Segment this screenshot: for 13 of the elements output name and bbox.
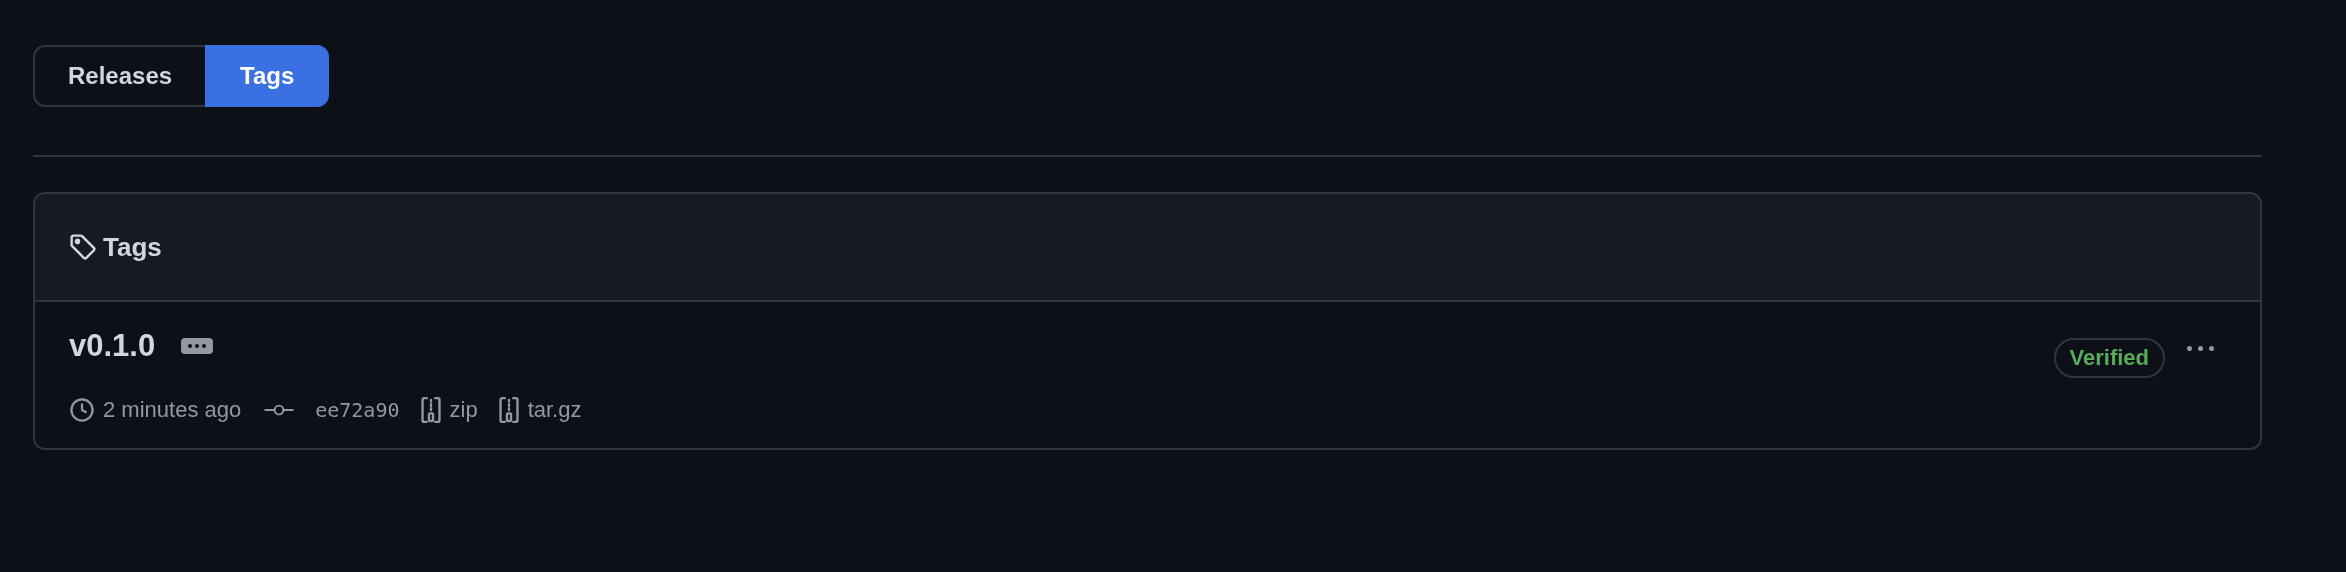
verified-badge[interactable]: Verified — [2053, 338, 2165, 378]
zip-file-icon — [419, 396, 442, 424]
timestamp: 2 minutes ago — [103, 397, 242, 423]
tag-icon — [69, 233, 97, 261]
clock-icon — [69, 397, 95, 423]
panel-title: Tags — [103, 231, 162, 263]
download-link[interactable]: zip — [449, 397, 478, 423]
download-link[interactable]: tar.gz — [527, 397, 582, 423]
tag-name-link[interactable]: v0.1.0 — [69, 328, 156, 364]
expand-button[interactable] — [181, 338, 214, 354]
commit-link[interactable]: ee72a90 — [315, 398, 400, 422]
zip-file-icon — [497, 396, 520, 424]
tab[interactable]: Tags — [205, 45, 330, 107]
